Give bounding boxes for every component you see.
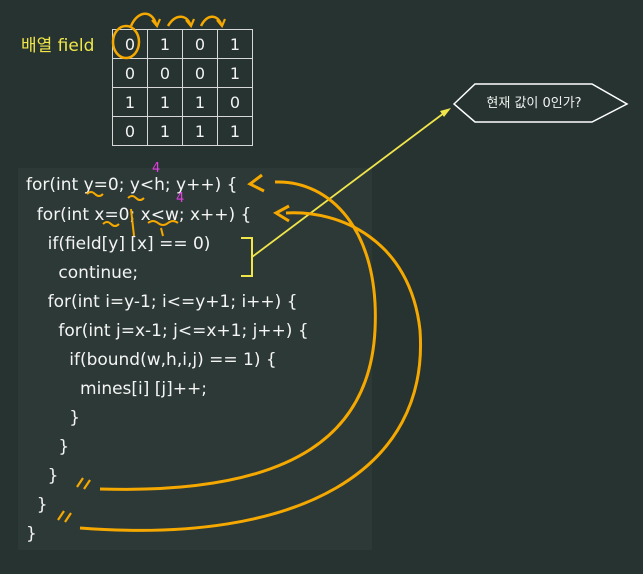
condition-bracket [241, 237, 253, 277]
inner-loop-return-arrow [99, 180, 377, 491]
loop-end-mark [76, 477, 91, 490]
callout-arrow [251, 109, 449, 258]
annotation-overlay [57, 12, 629, 532]
callout-text: 현재 값이 0인가? [486, 96, 582, 111]
loop-end-mark [57, 510, 72, 523]
current-cell-circle [111, 24, 141, 60]
